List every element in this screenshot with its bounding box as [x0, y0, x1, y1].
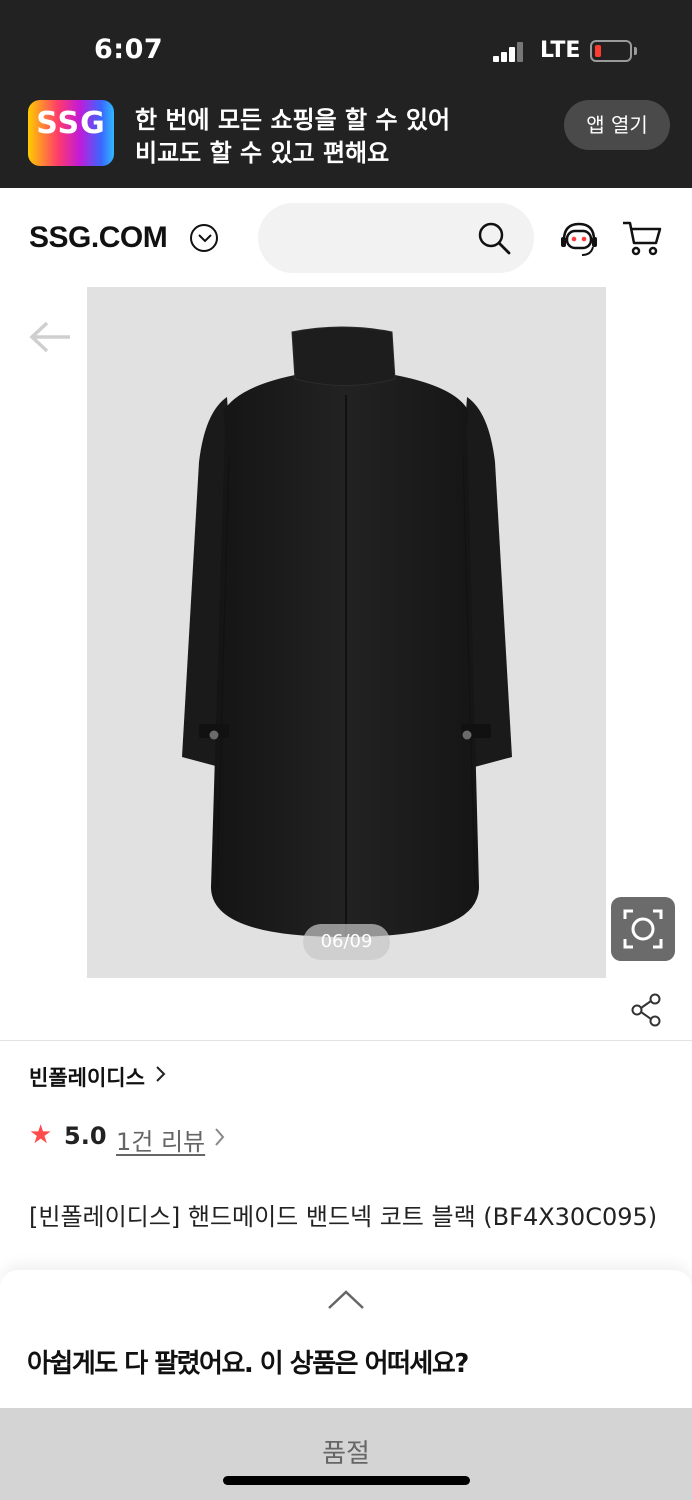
coat-image	[182, 326, 512, 937]
product-brand-link[interactable]: 빈폴레이디스	[29, 1062, 145, 1092]
banner-line-2: 비교도 할 수 있고 편해요	[135, 139, 390, 167]
banner-line-1: 한 번에 모든 쇼핑을 할 수 있어	[135, 106, 451, 134]
chevron-up-icon[interactable]	[327, 1289, 365, 1311]
chevron-right-icon[interactable]	[155, 1065, 167, 1083]
open-app-button[interactable]: 앱 열기	[564, 100, 670, 150]
image-search-button[interactable]	[611, 897, 675, 961]
status-time: 6:07	[94, 34, 164, 65]
product-image[interactable]	[87, 287, 606, 978]
soldout-button[interactable]: 품절	[0, 1408, 692, 1500]
battery-icon	[590, 40, 632, 62]
signal-icon	[493, 42, 525, 62]
product-title: [빈폴레이디스] 핸드메이드 밴드넥 코트 블랙 (BF4X30C095)	[29, 1203, 658, 1231]
chevron-down-icon[interactable]	[190, 224, 218, 252]
banner-message: 한 번에 모든 쇼핑을 할 수 있어 비교도 할 수 있고 편해요	[135, 104, 450, 170]
cart-icon[interactable]	[621, 218, 663, 258]
home-indicator	[223, 1476, 470, 1485]
network-type: LTE	[540, 38, 581, 63]
battery-tip	[634, 47, 637, 55]
rating-value: 5.0	[64, 1122, 107, 1150]
arrow-left-icon[interactable]	[28, 320, 72, 354]
share-icon[interactable]	[630, 993, 662, 1027]
site-logo[interactable]: SSG.COM	[29, 221, 168, 255]
section-divider	[0, 1040, 692, 1041]
ssg-logo-text: SSG	[36, 106, 106, 141]
chevron-right-icon[interactable]	[214, 1127, 226, 1147]
sheet-title: 아쉽게도 다 팔렸어요. 이 상품은 어떠세요?	[27, 1349, 469, 1379]
gallery-page-indicator: 06/09	[303, 924, 390, 960]
camera-lens-icon	[623, 909, 663, 949]
star-icon: ★	[29, 1120, 53, 1150]
search-icon[interactable]	[477, 221, 511, 255]
ssg-app-logo: SSG	[28, 100, 114, 166]
chatbot-icon[interactable]	[558, 218, 600, 260]
review-count-link[interactable]: 1건 리뷰	[116, 1122, 205, 1157]
